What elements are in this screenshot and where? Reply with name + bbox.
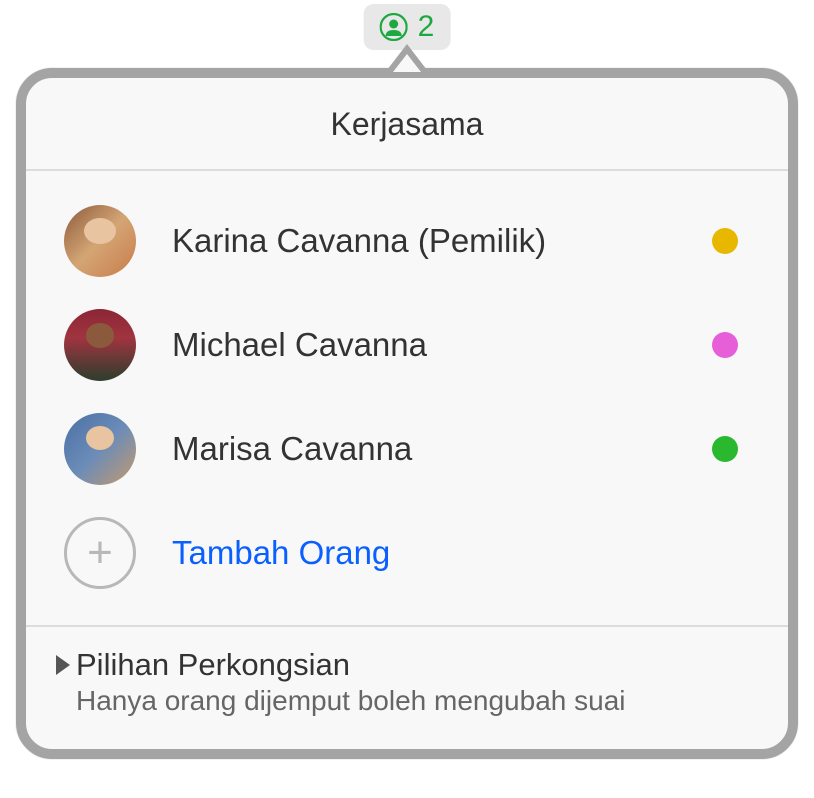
add-person-label: Tambah Orang [172, 534, 390, 572]
presence-dot [712, 436, 738, 462]
sharing-options-title: Pilihan Perkongsian [76, 647, 350, 683]
avatar [64, 309, 136, 381]
sharing-options-section[interactable]: Pilihan Perkongsian Hanya orang dijemput… [26, 625, 788, 749]
plus-icon: + [87, 531, 113, 575]
participant-row[interactable]: Michael Cavanna [26, 293, 788, 397]
add-person-button[interactable]: + Tambah Orang [26, 501, 788, 617]
participant-name: Karina Cavanna (Pemilik) [172, 222, 712, 260]
plus-circle-icon: + [64, 517, 136, 589]
popover-title: Kerjasama [26, 106, 788, 143]
participant-row[interactable]: Karina Cavanna (Pemilik) [26, 189, 788, 293]
avatar [64, 413, 136, 485]
disclosure-triangle-icon[interactable] [56, 655, 70, 675]
popover-header: Kerjasama [26, 78, 788, 171]
sharing-options-header: Pilihan Perkongsian [56, 647, 758, 683]
participant-name: Michael Cavanna [172, 326, 712, 364]
presence-dot [712, 228, 738, 254]
participant-name: Marisa Cavanna [172, 430, 712, 468]
presence-dot [712, 332, 738, 358]
participant-row[interactable]: Marisa Cavanna [26, 397, 788, 501]
collaboration-popover: Kerjasama Karina Cavanna (Pemilik) Micha… [16, 46, 798, 759]
popover-arrow [387, 44, 427, 70]
avatar [64, 205, 136, 277]
popover-body: Kerjasama Karina Cavanna (Pemilik) Micha… [16, 68, 798, 759]
person-icon [380, 13, 408, 41]
participants-list: Karina Cavanna (Pemilik) Michael Cavanna… [26, 171, 788, 625]
collaboration-count: 2 [418, 10, 435, 44]
sharing-options-subtitle: Hanya orang dijemput boleh mengubah suai [76, 685, 758, 717]
